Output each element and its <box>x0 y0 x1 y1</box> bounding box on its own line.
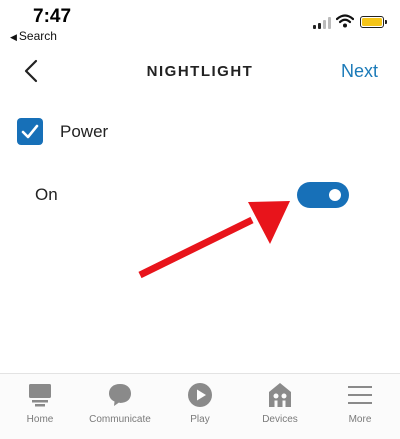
navigation-header: NIGHTLIGHT Next <box>0 50 400 94</box>
devices-icon <box>269 383 291 407</box>
nav-label-communicate: Communicate <box>89 414 151 425</box>
bottom-navigation-bar: Home Communicate Play Devices More <box>0 373 400 439</box>
back-to-app-label: Search <box>18 29 57 43</box>
menu-icon <box>348 386 372 404</box>
nav-item-play[interactable]: Play <box>160 374 240 439</box>
power-label: Power <box>60 122 109 141</box>
nav-item-devices[interactable]: Devices <box>240 374 320 439</box>
nav-label-more: More <box>348 414 372 425</box>
power-setting-row: Power <box>17 118 317 146</box>
play-icon <box>188 383 212 407</box>
nav-item-more[interactable]: More <box>320 374 400 439</box>
status-time: 7:47 <box>33 6 72 27</box>
on-toggle-switch[interactable] <box>297 182 349 208</box>
checkmark-icon <box>21 124 39 139</box>
nav-item-communicate[interactable]: Communicate <box>80 374 160 439</box>
cellular-signal-icon <box>313 17 333 29</box>
nav-label-play: Play <box>190 414 210 425</box>
status-bar: 7:47 ◀ Search <box>0 0 400 44</box>
nav-label-devices: Devices <box>262 414 298 425</box>
chat-bubble-icon <box>109 384 131 406</box>
on-label: On <box>35 185 58 204</box>
power-checkbox[interactable] <box>17 118 43 145</box>
back-triangle-icon: ◀ <box>10 32 17 42</box>
nav-item-home[interactable]: Home <box>0 374 80 439</box>
back-to-app-link[interactable]: ◀ Search <box>10 29 57 43</box>
toggle-knob <box>329 189 341 201</box>
next-button[interactable]: Next <box>341 61 378 82</box>
wifi-icon <box>336 14 354 28</box>
home-icon <box>29 384 51 407</box>
nav-label-home: Home <box>26 414 54 425</box>
battery-icon <box>360 16 387 28</box>
